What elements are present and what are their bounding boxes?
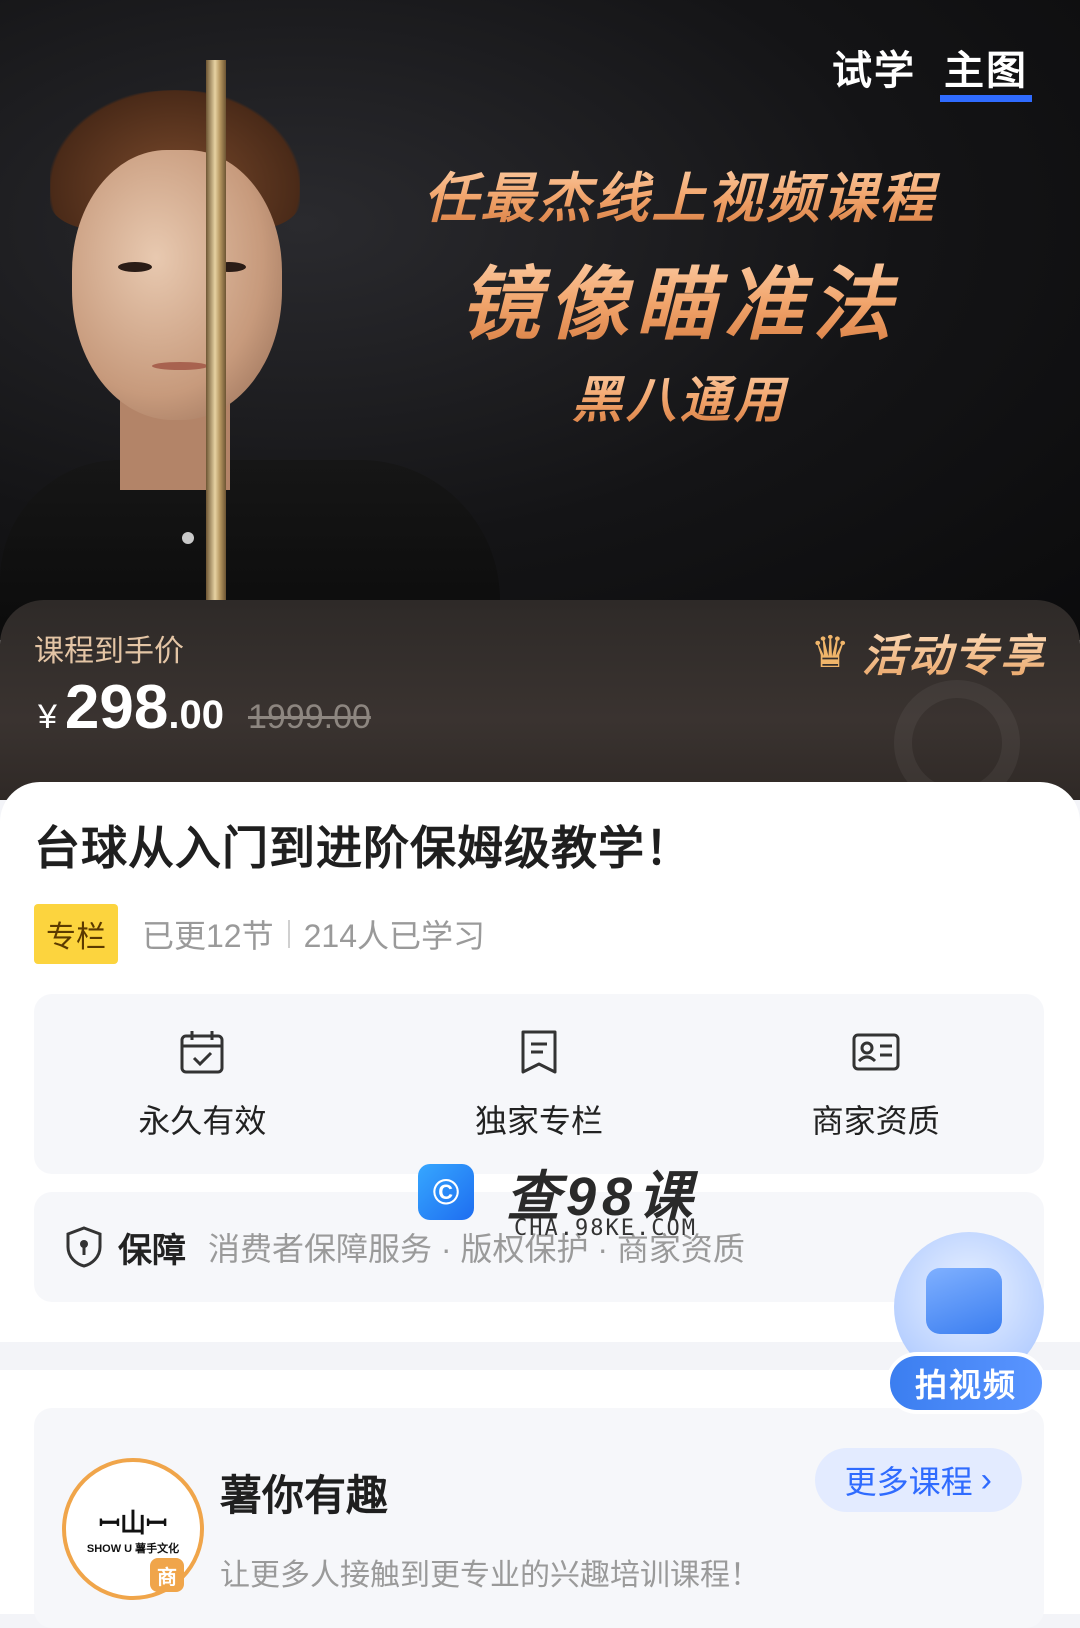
more-courses-button[interactable]: 更多课程 › <box>814 1448 1022 1512</box>
feature-permanent[interactable]: 永久有效 <box>34 994 371 1174</box>
promo-text: 活动专享 <box>862 620 1046 684</box>
chevron-right-icon: › <box>980 1460 992 1499</box>
more-courses-label: 更多课程 <box>844 1464 973 1500</box>
cue-stick <box>206 60 226 640</box>
hero-title-line3: 黑八通用 <box>410 360 950 432</box>
meta-divider <box>287 920 290 948</box>
feature-list: 永久有效 独家专栏 商家资质 <box>34 994 1044 1174</box>
watermark: © 查98课 CHA.98KE.COM <box>418 1152 698 1241</box>
shopping-bag-icon <box>926 1268 1002 1334</box>
hero-title-line1: 任最杰线上视频课程 <box>410 154 950 233</box>
price-banner: 课程到手价 ¥ 298 .00 1999.00 ♛ 活动专享 <box>0 600 1080 806</box>
tab-trial[interactable]: 试学 <box>832 38 916 96</box>
avatar-logo: ꟷ山ꟷ <box>98 1507 168 1538</box>
shield-icon <box>66 1226 102 1268</box>
hero-banner: 试学 主图 任最杰线上视频课程 镜像瞄准法 黑八通用 <box>0 0 1080 640</box>
merchant-badge: 商 <box>150 1558 184 1592</box>
avatar-logo-text: SHOW U 薯手文化 <box>86 1542 180 1555</box>
media-tabs: 试学 主图 <box>832 38 1032 102</box>
price-label: 课程到手价 <box>34 635 184 668</box>
price-integer: 298 <box>64 673 169 742</box>
crown-icon: ♛ <box>810 627 850 677</box>
column-tag: 专栏 <box>34 904 118 964</box>
feature-label: 独家专栏 <box>475 1103 604 1139</box>
calendar-check-icon <box>180 1031 224 1074</box>
id-card-icon <box>852 1033 900 1071</box>
promo-badge: ♛ 活动专享 <box>811 620 1046 684</box>
learner-count: 214人已学习 <box>303 918 486 954</box>
feature-exclusive[interactable]: 独家专栏 <box>371 994 708 1174</box>
original-price: 1999.00 <box>247 698 371 736</box>
feature-label: 商家资质 <box>811 1103 940 1139</box>
price-row: ¥ 298 .00 1999.00 <box>38 672 371 743</box>
hero-title-line2: 镜像瞄准法 <box>410 240 950 356</box>
bookmark-icon <box>521 1030 557 1074</box>
shop-name: 薯你有趣 <box>220 1472 389 1519</box>
price-decimal: .00 <box>168 693 224 737</box>
feature-qualification[interactable]: 商家资质 <box>707 994 1044 1174</box>
update-count: 已更12节 <box>142 918 274 954</box>
shop-description: 让更多人接触到更专业的兴趣培训课程！ <box>220 1559 760 1592</box>
tab-main-image[interactable]: 主图 <box>940 38 1032 102</box>
shop-card[interactable]: ꟷ山ꟷ SHOW U 薯手文化 商 薯你有趣 让更多人接触到更专业的兴趣培训课程… <box>34 1408 1044 1628</box>
course-meta: 专栏 已更12节 214人已学习 <box>34 904 485 964</box>
guarantee-title: 保障 <box>118 1231 186 1270</box>
currency-symbol: ¥ <box>38 698 57 736</box>
feature-label: 永久有效 <box>138 1103 267 1139</box>
course-title: 台球从入门到进阶保姆级教学！ <box>34 822 692 874</box>
shoot-video-label: 拍视频 <box>886 1352 1046 1414</box>
shoot-video-button[interactable]: 拍视频 <box>886 1232 1046 1422</box>
watermark-sub: CHA.98KE.COM <box>514 1216 697 1241</box>
watermark-logo-icon: © <box>418 1163 474 1220</box>
